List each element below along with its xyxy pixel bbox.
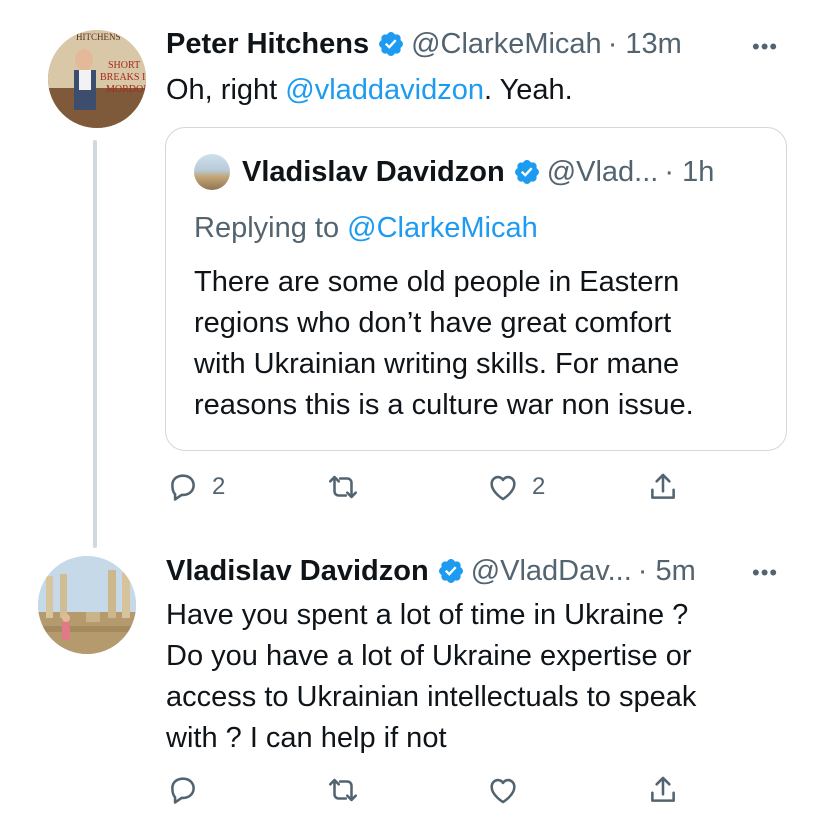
more-options-icon[interactable]: •••: [752, 34, 778, 60]
avatar[interactable]: [38, 556, 136, 654]
tweet-text: Oh, right @vladdavidzon. Yeah.: [166, 70, 573, 111]
avatar-cover-line: BREAKS IN: [100, 72, 146, 83]
retweet-icon: [328, 475, 358, 499]
quoted-author-name: Vladislav Davidzon: [242, 155, 505, 188]
reply-button[interactable]: [166, 773, 200, 807]
share-icon: [651, 776, 675, 802]
author-name[interactable]: Peter Hitchens: [166, 26, 369, 62]
quoted-tweet-text: There are some old people in Eastern reg…: [194, 262, 694, 426]
verified-badge-icon: [514, 160, 539, 184]
book-cover-avatar-image: HITCHENS SHORT BREAKS IN MORDOR: [48, 30, 146, 128]
replying-to-label: Replying to: [194, 212, 348, 244]
heart-icon: [490, 778, 516, 804]
tweet-timestamp[interactable]: · 13m: [608, 26, 682, 62]
thread-connector-line: [93, 140, 97, 548]
reply-icon: [171, 474, 195, 501]
quoted-tweet-header: Vladislav Davidzon @Vlad... · 1h: [194, 154, 714, 190]
retweet-icon: [328, 778, 358, 802]
share-icon: [651, 473, 675, 499]
reply-button[interactable]: 2: [166, 470, 225, 504]
quoted-text-line: There are some old people in Eastern: [194, 266, 680, 298]
author-name[interactable]: Vladislav Davidzon: [166, 553, 429, 589]
retweet-button[interactable]: [326, 470, 372, 504]
like-button[interactable]: 2: [486, 470, 545, 504]
quoted-tweet-timestamp: · 1h: [664, 155, 715, 188]
quoted-text-line: with Ukrainian writing skills. For mane: [194, 348, 680, 380]
quoted-author-handle: @Vlad...: [546, 155, 659, 188]
avatar-cover-line: SHORT: [108, 60, 140, 71]
avatar-cover-line: MORDOR: [106, 84, 146, 95]
more-options-icon[interactable]: •••: [752, 560, 778, 586]
replying-to-mention-link[interactable]: @ClarkeMicah: [347, 212, 538, 244]
tweet-header: Vladislav Davidzon @VladDav... · 5m: [166, 553, 696, 589]
verified-badge-icon: [438, 559, 463, 583]
avatar-cover-title: HITCHENS: [76, 32, 121, 42]
reply-count: 2: [212, 473, 226, 500]
tweet-text-segment: . Yeah.: [484, 74, 573, 106]
retweet-button[interactable]: [326, 773, 360, 807]
tweet-text-line: Do you have a lot of Ukraine expertise o…: [166, 640, 692, 672]
share-button[interactable]: [646, 470, 680, 504]
author-handle[interactable]: @ClarkeMicah: [411, 26, 602, 62]
tweet-text: Have you spent a lot of time in Ukraine …: [166, 595, 696, 759]
tweet-timestamp[interactable]: · 5m: [638, 553, 696, 589]
tweet-text-line: access to Ukrainian intellectuals to spe…: [166, 681, 697, 713]
ruins-avatar-image: [38, 556, 136, 654]
replying-to-line: Replying to @ClarkeMicah: [194, 212, 538, 245]
reply-icon: [171, 777, 195, 804]
tweet-text-line: with ? I can help if not: [166, 722, 447, 754]
tweet-text-segment: Oh, right: [166, 74, 286, 106]
quoted-text-line: reasons this is a culture war non issue.: [194, 389, 694, 421]
mention-link[interactable]: @vladdavidzon: [285, 74, 484, 106]
verified-badge-icon: [379, 32, 404, 56]
share-button[interactable]: [646, 773, 680, 807]
quoted-text-line: regions who don’t have great comfort: [194, 307, 672, 339]
like-button[interactable]: [486, 773, 520, 807]
like-count: 2: [532, 473, 546, 500]
quoted-author-avatar: [194, 154, 230, 190]
avatar[interactable]: HITCHENS SHORT BREAKS IN MORDOR: [48, 30, 146, 128]
heart-icon: [490, 475, 516, 501]
tweet-text-line: Have you spent a lot of time in Ukraine …: [166, 599, 689, 631]
tweet-header: Peter Hitchens @ClarkeMicah · 13m: [166, 26, 682, 62]
quoted-tweet-card[interactable]: Vladislav Davidzon @Vlad... · 1h Replyin…: [165, 127, 787, 451]
author-handle[interactable]: @VladDav...: [471, 553, 632, 589]
